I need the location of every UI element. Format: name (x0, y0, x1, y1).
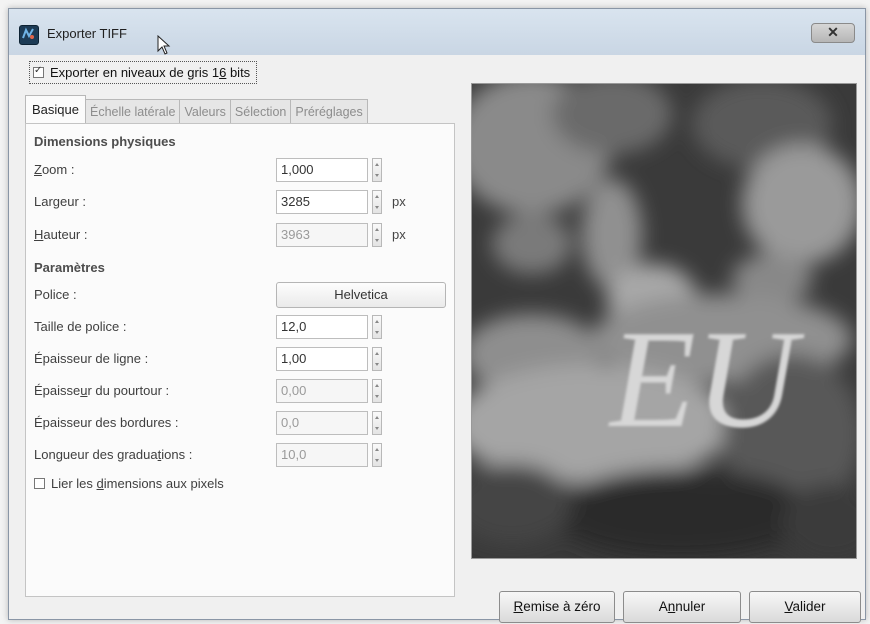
reset-button[interactable]: Remise à zéro (499, 591, 615, 623)
close-icon: ✕ (827, 24, 839, 40)
ok-button[interactable]: Valider (749, 591, 861, 623)
link-dimensions-label: Lier les dimensions aux pixels (51, 476, 224, 491)
tab-selection[interactable]: Sélection (229, 99, 292, 123)
outline-width-label: Épaisseur du pourtour : (34, 383, 170, 398)
outline-width-input[interactable]: 0,00 (276, 379, 368, 403)
tick-length-input[interactable]: 10,0 (276, 443, 368, 467)
width-input[interactable]: 3285 (276, 190, 368, 214)
width-spinner[interactable] (372, 190, 382, 214)
line-width-input[interactable]: 1,00 (276, 347, 368, 371)
checkbox-label: Exporter en niveaux de gris 16 bits (50, 65, 251, 80)
tab-preglages[interactable]: Préréglages (290, 99, 368, 123)
line-width-label: Épaisseur de ligne : (34, 351, 149, 366)
height-label: Hauteur : (34, 227, 88, 242)
tab-valeurs[interactable]: Valeurs (179, 99, 231, 123)
cancel-button[interactable]: Annuler (623, 591, 741, 623)
dialog-content: Exporter en niveaux de gris 16 bits Basi… (9, 55, 865, 623)
export-tiff-dialog: Exporter TIFF ✕ Exporter en niveaux de g… (8, 8, 866, 623)
tab-basique[interactable]: Basique (25, 95, 86, 123)
height-unit: px (392, 227, 406, 242)
font-size-input[interactable]: 12,0 (276, 315, 368, 339)
font-size-spinner[interactable] (372, 315, 382, 339)
outline-width-spinner[interactable] (372, 379, 382, 403)
parameters-heading: Paramètres (34, 260, 105, 275)
font-label: Police : (34, 287, 77, 302)
width-unit: px (392, 194, 406, 209)
app-icon (19, 25, 39, 45)
basic-panel: Dimensions physiques Zoom : 1,000 Largeu… (25, 123, 455, 597)
font-size-label: Taille de police : (34, 319, 127, 334)
tab-bar: Basique Échelle latérale Valeurs Sélecti… (25, 95, 368, 123)
dialog-title: Exporter TIFF (47, 26, 127, 41)
image-preview: EU (471, 83, 857, 559)
link-dimensions-checkbox[interactable]: Lier les dimensions aux pixels (34, 476, 224, 491)
physical-dimensions-heading: Dimensions physiques (34, 134, 176, 149)
title-bar: Exporter TIFF ✕ (9, 9, 865, 55)
link-dimensions-box[interactable] (34, 478, 45, 489)
border-width-spinner[interactable] (372, 411, 382, 435)
line-width-spinner[interactable] (372, 347, 382, 371)
font-button[interactable]: Helvetica (276, 282, 446, 308)
grayscale-16bit-checkbox[interactable]: Exporter en niveaux de gris 16 bits (29, 61, 258, 84)
tick-length-label: Longueur des graduations : (34, 447, 193, 462)
tick-length-spinner[interactable] (372, 443, 382, 467)
preview-overlay-text: EU (608, 302, 805, 457)
tab-echelle-laterale[interactable]: Échelle latérale (84, 99, 181, 123)
border-width-label: Épaisseur des bordures : (34, 415, 179, 430)
zoom-label: Zoom : (34, 162, 75, 177)
preview-image: EU (472, 84, 856, 558)
zoom-input[interactable]: 1,000 (276, 158, 368, 182)
checkbox-box[interactable] (33, 65, 44, 78)
close-button[interactable]: ✕ (811, 23, 855, 43)
height-input[interactable]: 3963 (276, 223, 368, 247)
zoom-spinner[interactable] (372, 158, 382, 182)
height-spinner[interactable] (372, 223, 382, 247)
width-label: Largeur : (34, 194, 87, 209)
border-width-input[interactable]: 0,0 (276, 411, 368, 435)
